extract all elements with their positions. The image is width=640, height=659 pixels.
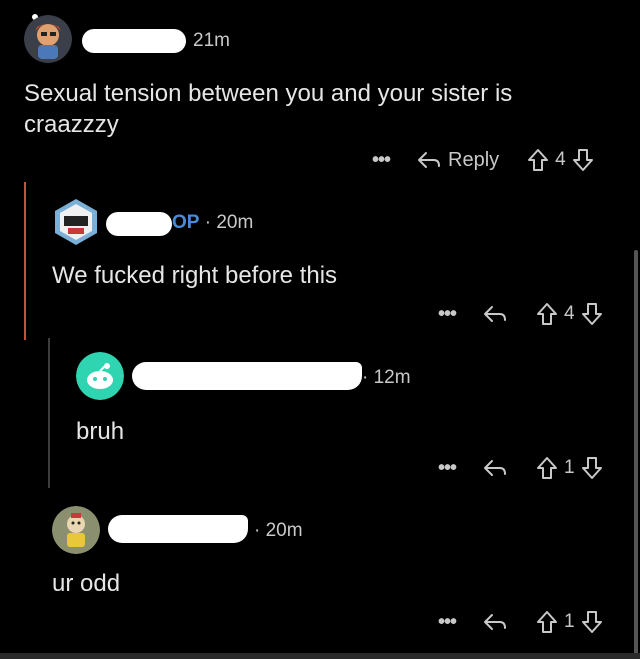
upvote-icon[interactable] (536, 302, 558, 326)
redacted-username (108, 515, 248, 543)
more-options-button[interactable]: ••• (438, 457, 457, 480)
vote-count: 4 (564, 303, 575, 324)
reply-icon (484, 306, 507, 322)
downvote-icon[interactable] (581, 610, 603, 634)
redacted-username (132, 362, 362, 390)
avatar[interactable] (52, 506, 100, 554)
thread-line[interactable] (48, 338, 50, 488)
reply-icon (418, 152, 441, 168)
reply-button[interactable] (482, 457, 508, 479)
avatar[interactable] (52, 198, 100, 246)
upvote-icon[interactable] (527, 148, 549, 172)
redacted-username (82, 29, 186, 53)
comment-actions: ••• Reply 4 (372, 148, 594, 172)
comment-meta: OP · 20m (172, 212, 253, 234)
comment-time: 12m (373, 367, 411, 388)
avatar[interactable] (76, 352, 124, 400)
meta-separator: · (204, 212, 212, 233)
reply-icon (484, 614, 507, 630)
upvote-icon[interactable] (536, 610, 558, 634)
op-badge: OP (172, 212, 200, 233)
downvote-icon[interactable] (581, 456, 603, 480)
comment-time: 21m (193, 30, 230, 51)
more-options-button[interactable]: ••• (372, 149, 391, 172)
comment-time: 20m (265, 520, 303, 541)
vote-count: 4 (555, 149, 566, 170)
reply-button[interactable] (482, 303, 508, 325)
reply-icon (484, 460, 507, 476)
vote-controls: 1 (536, 610, 603, 634)
comment-meta: · 12m (362, 367, 411, 389)
comment-actions: ••• 4 (438, 302, 603, 326)
vote-count: 1 (564, 457, 575, 478)
comment-actions: ••• 1 (438, 456, 603, 480)
scrollbar[interactable] (634, 250, 638, 659)
meta-separator: · (254, 520, 261, 541)
redacted-username (106, 212, 172, 236)
bottom-divider (0, 653, 640, 659)
comment-body: We fucked right before this (52, 262, 338, 289)
avatar[interactable] (24, 15, 72, 63)
vote-count: 1 (564, 611, 575, 632)
reply-button[interactable]: Reply (416, 149, 499, 172)
upvote-icon[interactable] (536, 456, 558, 480)
more-options-button[interactable]: ••• (438, 611, 457, 634)
downvote-icon[interactable] (581, 302, 603, 326)
comment-text-line: craazzzy (24, 111, 119, 138)
meta-separator: · (362, 367, 369, 388)
more-options-button[interactable]: ••• (438, 303, 457, 326)
reply-button[interactable] (482, 611, 508, 633)
vote-controls: 4 (536, 302, 603, 326)
comment-body: Sexual tension between you and your sist… (24, 78, 512, 140)
vote-controls: 1 (536, 456, 603, 480)
comment-thread: 21m Sexual tension between you and your … (0, 0, 640, 659)
comment-time: 20m (216, 212, 254, 233)
comment-text-line: Sexual tension between you and your sist… (24, 80, 513, 107)
comment-meta: · 20m (254, 520, 303, 542)
vote-controls: 4 (527, 148, 594, 172)
reply-label: Reply (448, 148, 500, 171)
comment-body: bruh (76, 418, 125, 445)
comment-body: ur odd (52, 570, 121, 597)
thread-line[interactable] (24, 182, 26, 340)
comment-actions: ••• 1 (438, 610, 603, 634)
downvote-icon[interactable] (572, 148, 594, 172)
